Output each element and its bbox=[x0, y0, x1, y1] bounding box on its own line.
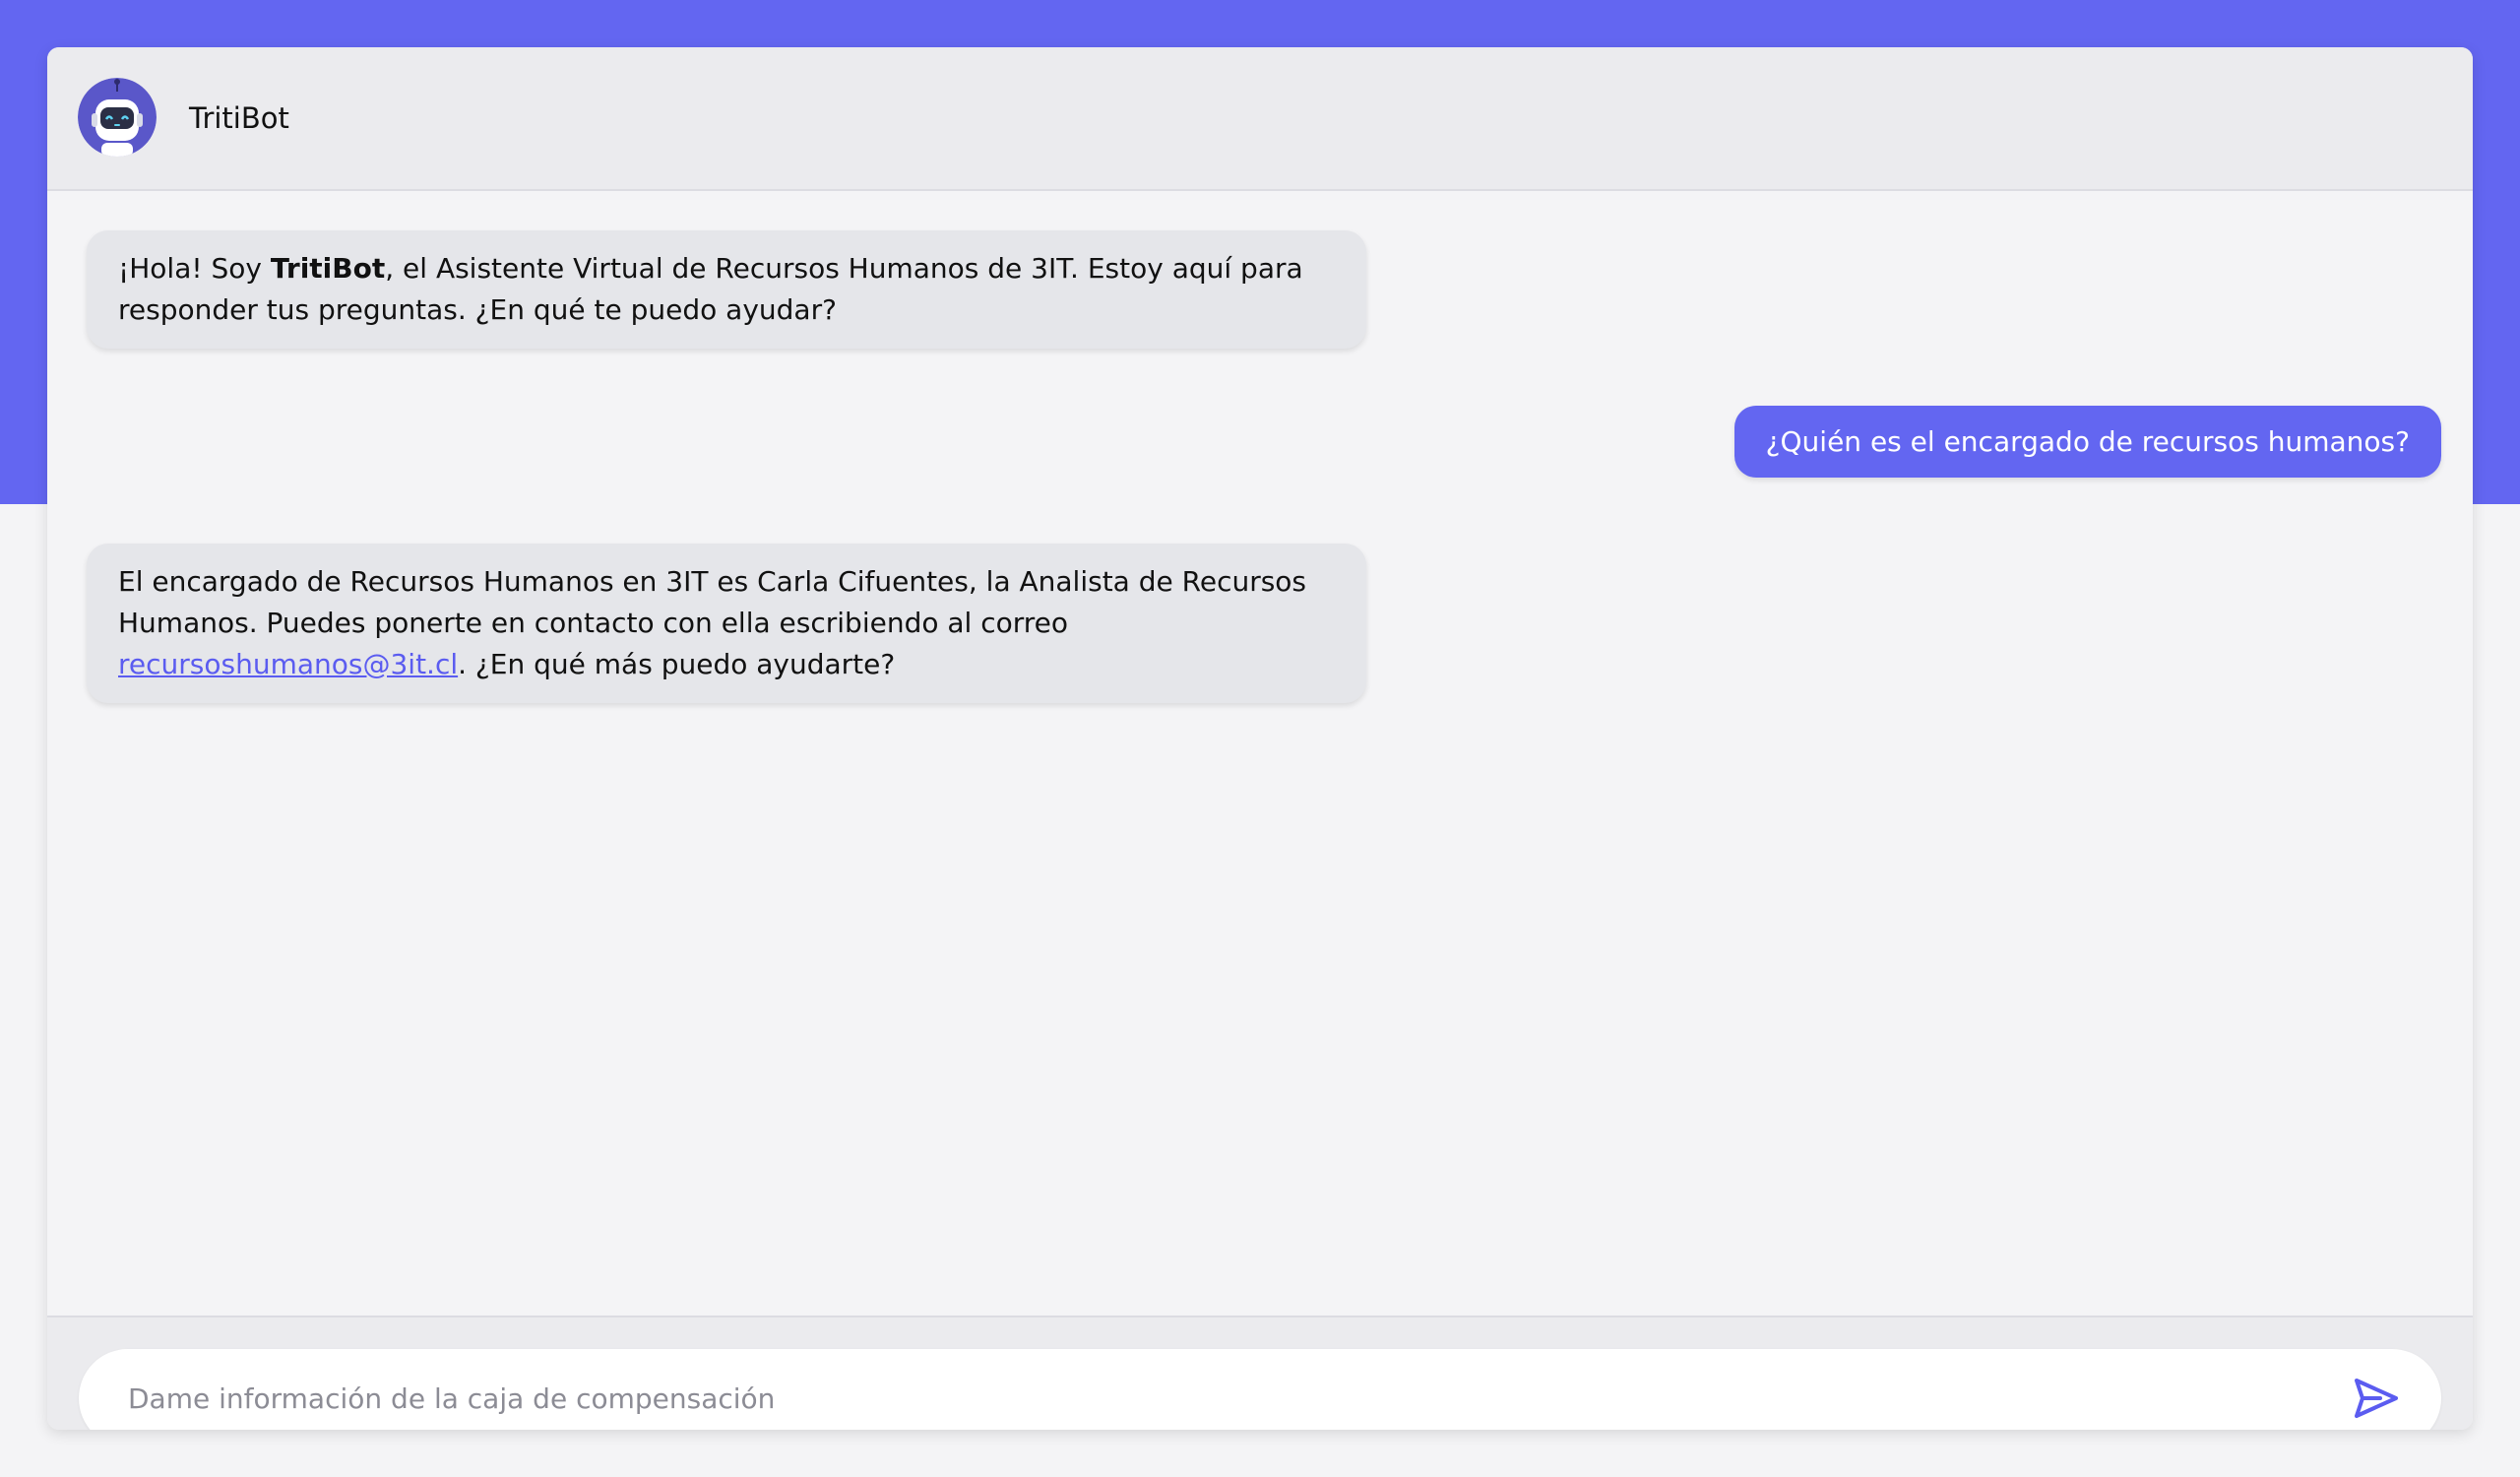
message-text: ¡Hola! Soy bbox=[118, 252, 271, 285]
chat-window: TritiBot ¡Hola! Soy TritiBot, el Asisten… bbox=[47, 47, 2473, 1430]
message-text: . ¿En qué más puedo ayudarte? bbox=[458, 648, 896, 680]
chat-title: TritiBot bbox=[189, 101, 289, 135]
bot-message: ¡Hola! Soy TritiBot, el Asistente Virtua… bbox=[87, 230, 1366, 349]
message-input-container bbox=[79, 1349, 2441, 1430]
robot-icon bbox=[78, 78, 157, 157]
user-message: ¿Quién es el encargado de recursos human… bbox=[1733, 406, 2441, 478]
message-text: El encargado de Recursos Humanos en 3IT … bbox=[118, 565, 1307, 639]
send-button[interactable] bbox=[2353, 1377, 2400, 1420]
message-list: ¡Hola! Soy TritiBot, el Asistente Virtua… bbox=[47, 191, 2473, 1316]
bot-message: El encargado de Recursos Humanos en 3IT … bbox=[87, 544, 1366, 703]
message-text: ¿Quién es el encargado de recursos human… bbox=[1765, 425, 2410, 458]
message-input[interactable] bbox=[128, 1349, 2294, 1430]
email-link[interactable]: recursoshumanos@3it.cl bbox=[118, 648, 458, 680]
composer bbox=[47, 1316, 2473, 1430]
chat-header: TritiBot bbox=[47, 47, 2473, 191]
send-icon bbox=[2355, 1379, 2398, 1418]
bot-name-bold: TritiBot bbox=[270, 252, 386, 285]
